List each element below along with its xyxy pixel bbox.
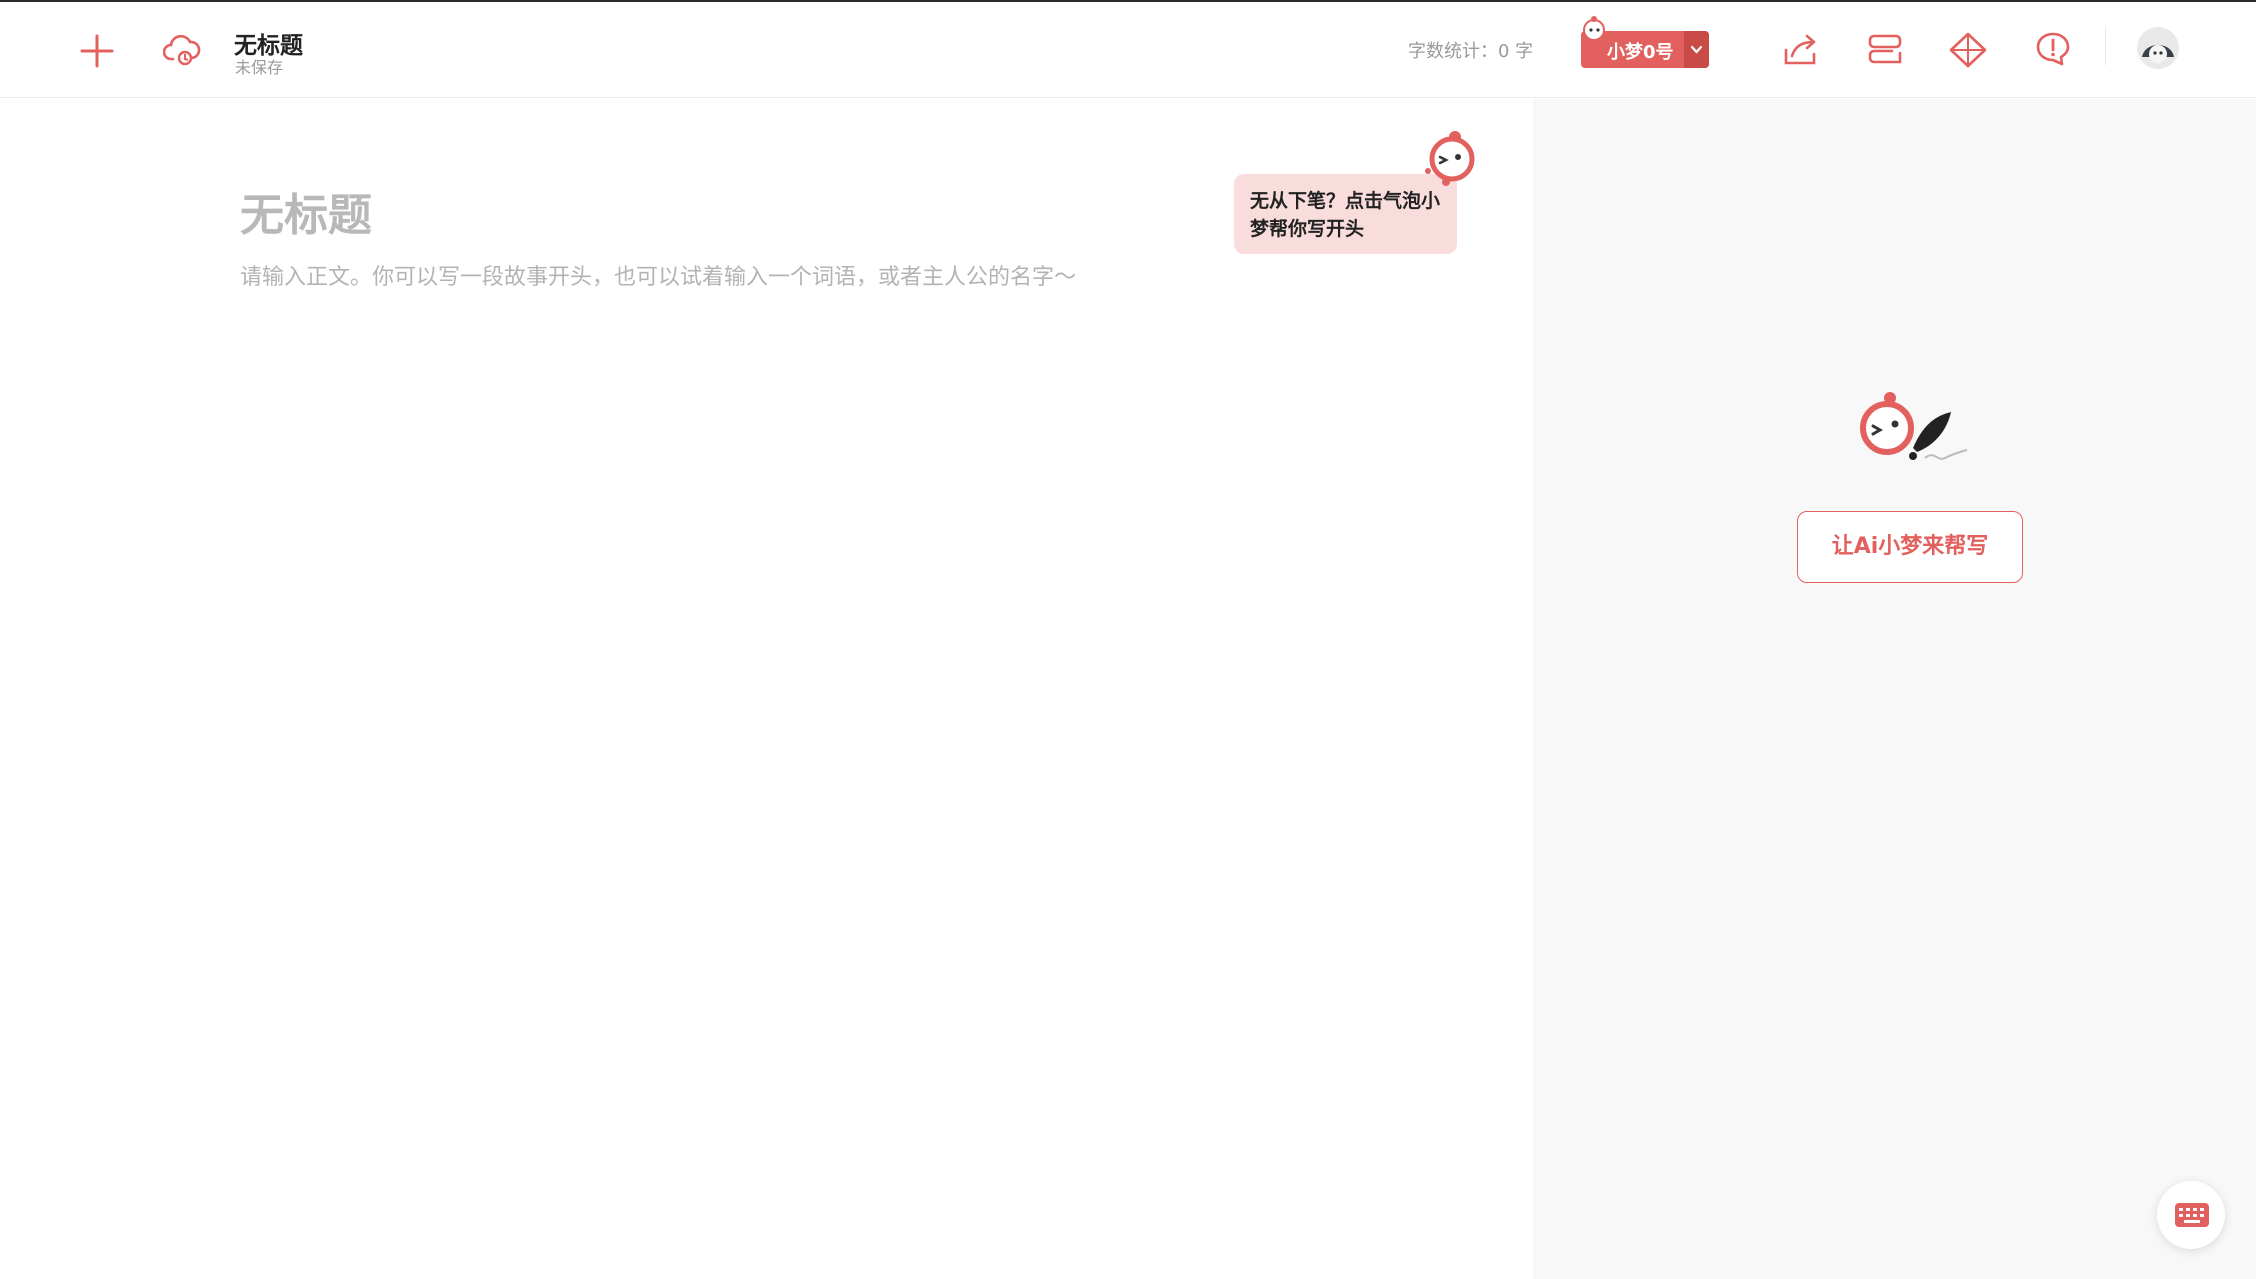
plus-icon[interactable] <box>80 34 114 68</box>
word-count: 字数统计：0 字 <box>1408 37 1533 63</box>
mascot-icon <box>1581 15 1607 45</box>
save-status: 未保存 <box>235 58 284 77</box>
avatar[interactable] <box>2137 27 2179 69</box>
chevron-down-icon[interactable] <box>1684 31 1709 68</box>
outline-icon[interactable] <box>1868 33 1902 65</box>
title-input[interactable]: 无标题 <box>240 179 372 243</box>
word-count-value: 0 字 <box>1498 41 1534 62</box>
word-count-label: 字数统计： <box>1408 41 1498 62</box>
share-icon[interactable] <box>1783 32 1819 66</box>
model-select-button[interactable]: 小梦0号 <box>1581 16 1709 68</box>
feedback-icon[interactable] <box>2035 31 2071 67</box>
keyboard-shortcut-button[interactable] <box>2157 1181 2225 1249</box>
body-input[interactable]: 请输入正文。你可以写一段故事开头，也可以试着输入一个词语，或者主人公的名字～ <box>240 259 1076 291</box>
mascot-writing-icon <box>1855 390 1975 480</box>
toolbar-divider <box>2105 27 2106 65</box>
ai-side-panel <box>1533 99 2256 1279</box>
diamond-icon[interactable] <box>1948 31 1988 69</box>
ai-help-write-button[interactable]: 让Ai小梦来帮写 <box>1797 511 2023 583</box>
mascot-icon[interactable] <box>1418 127 1478 197</box>
model-label: 小梦0号 <box>1607 42 1674 63</box>
cloud-sync-icon[interactable] <box>163 33 201 67</box>
editor-area[interactable]: 无标题 请输入正文。你可以写一段故事开头，也可以试着输入一个词语，或者主人公的名… <box>0 99 1533 1279</box>
top-toolbar: 无标题 未保存 字数统计：0 字 小梦0号 <box>0 0 2256 98</box>
